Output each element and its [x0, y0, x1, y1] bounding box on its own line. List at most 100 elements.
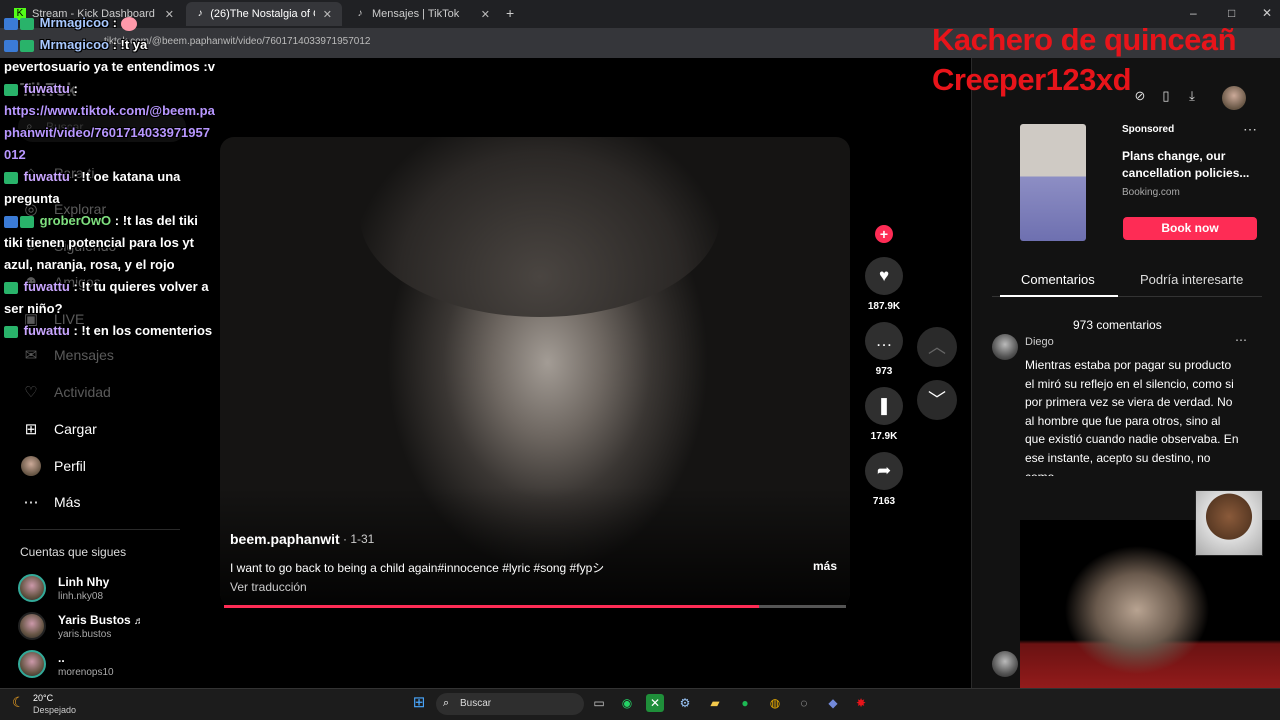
- tab-active-indicator: [1000, 295, 1118, 297]
- new-tab-button[interactable]: +: [506, 5, 514, 21]
- platform-badge-icon: [4, 39, 18, 52]
- nav-label: Más: [54, 494, 81, 510]
- tab-title: Mensajes | TikTok: [372, 8, 460, 20]
- nav-more[interactable]: ⋯ Más: [20, 493, 81, 511]
- next-video-button[interactable]: ﹀: [917, 380, 957, 420]
- ad-domain: Booking.com: [1122, 187, 1180, 198]
- tiktok-favicon-icon: ♪: [357, 8, 363, 19]
- share-count: 7163: [872, 496, 896, 507]
- video-progress-fill: [224, 605, 759, 608]
- heart-icon: ♥: [865, 257, 903, 295]
- following-item[interactable]: Linh Nhy linh.nky08: [18, 574, 109, 602]
- nav-profile[interactable]: Perfil: [20, 456, 86, 476]
- tab-recommended[interactable]: Podría interesarte: [1140, 272, 1243, 287]
- comment-button[interactable]: … 973: [864, 322, 904, 377]
- maximize-button[interactable]: □: [1228, 6, 1235, 20]
- whatsapp-icon[interactable]: ◉: [618, 694, 636, 712]
- chat-link[interactable]: https://www.tiktok.com/@beem.paphanwit/v…: [4, 103, 215, 162]
- ad-thumbnail[interactable]: [1020, 124, 1086, 241]
- save-button[interactable]: ❚ 17.9K: [864, 387, 904, 442]
- chat-username: Mrmagicoo: [39, 37, 109, 52]
- previous-video-button[interactable]: ︿: [917, 327, 957, 367]
- stream-chat-overlay: Mrmagicoo : Mrmagicoo : !t ya pevertosua…: [4, 12, 216, 342]
- book-now-button[interactable]: Book now: [1123, 217, 1257, 240]
- avatar: [18, 574, 46, 602]
- close-button[interactable]: ✕: [1262, 6, 1272, 20]
- xbox-icon[interactable]: ✕: [646, 694, 664, 712]
- download-icon[interactable]: ⤓: [1182, 88, 1202, 108]
- chat-message: groberOwO : !t las del tiki tiki tienen …: [4, 210, 216, 276]
- tab-comments[interactable]: Comentarios: [1021, 272, 1095, 287]
- follow-plus-button[interactable]: +: [875, 225, 893, 243]
- chat-badge-icon: [4, 171, 18, 184]
- video-frame-subject: [360, 137, 720, 317]
- nav-messages[interactable]: ✉ Mensajes: [20, 346, 114, 364]
- weather-temperature[interactable]: 20°C: [33, 693, 53, 703]
- activity-icon: ♡: [24, 384, 38, 401]
- app-star-icon[interactable]: ✸: [852, 694, 870, 712]
- chevron-down-icon: ﹀: [928, 390, 946, 410]
- nav-label: Cargar: [54, 421, 97, 437]
- comment-username[interactable]: Diego: [1025, 336, 1054, 348]
- platform-badge-icon: [4, 215, 18, 228]
- chat-username: Mrmagicoo: [39, 15, 109, 30]
- profile-icon: [20, 456, 42, 476]
- tab-close-icon[interactable]: ✕: [315, 8, 332, 21]
- steam-icon[interactable]: ⚙: [676, 694, 694, 712]
- discord-icon[interactable]: ◆: [824, 694, 842, 712]
- chat-text: : !t ya pevertosuario ya te entendimos :…: [4, 37, 215, 74]
- nav-divider: [20, 529, 180, 530]
- following-item[interactable]: Yaris Bustos ♬ yaris.bustos: [18, 612, 144, 640]
- chat-username: fuwattu: [23, 81, 70, 96]
- avatar[interactable]: [992, 651, 1018, 677]
- nav-label: Actividad: [54, 384, 111, 400]
- avatar: [18, 612, 46, 640]
- chat-badge-icon: [4, 325, 18, 338]
- windows-start-icon[interactable]: ⊞: [410, 694, 428, 712]
- chat-message: Mrmagicoo :: [4, 12, 216, 34]
- chat-message: fuwattu : !t tu quieres volver a ser niñ…: [4, 276, 216, 320]
- ad-options-icon[interactable]: ⋯: [1243, 121, 1257, 138]
- guitar-emoji-icon: ♬: [134, 615, 145, 627]
- nav-activity[interactable]: ♡ Actividad: [20, 383, 111, 401]
- minimize-button[interactable]: –: [1190, 6, 1197, 20]
- avatar[interactable]: [992, 334, 1018, 360]
- nav-upload[interactable]: ⊞ Cargar: [20, 420, 97, 438]
- user-avatar[interactable]: [1222, 86, 1246, 110]
- spotify-icon[interactable]: ●: [736, 694, 754, 712]
- compass-icon[interactable]: ⊘: [1130, 88, 1150, 108]
- chat-username: fuwattu: [23, 279, 70, 294]
- share-button[interactable]: ➦ 7163: [864, 452, 904, 507]
- tab-tiktok-messages[interactable]: ♪ Mensajes | TikTok ✕: [344, 2, 500, 26]
- emote-icon: [120, 16, 137, 31]
- tab-close-icon[interactable]: ✕: [473, 8, 490, 21]
- following-handle: linh.nky08: [58, 590, 104, 602]
- nav-label: Perfil: [54, 458, 86, 474]
- video-author[interactable]: beem.paphanwit: [230, 531, 340, 547]
- app-icon[interactable]: ◌: [795, 694, 813, 712]
- chat-badge-icon: [4, 281, 18, 294]
- chat-text: :: [69, 81, 78, 96]
- chat-message: fuwattu : !t oe katana una pregunta: [4, 166, 216, 210]
- more-button[interactable]: más: [813, 559, 837, 573]
- video-progress-bar[interactable]: [224, 605, 846, 608]
- weather-icon[interactable]: ☾: [12, 694, 25, 711]
- comment-count: 973: [875, 366, 893, 377]
- comment-options-icon[interactable]: ⋯: [1235, 333, 1247, 347]
- like-count: 187.9K: [867, 301, 901, 312]
- ad-sponsored-label: Sponsored: [1122, 124, 1175, 135]
- following-item[interactable]: .. morenops10: [18, 650, 114, 678]
- ad-title[interactable]: Plans change, our cancellation policies.…: [1122, 148, 1262, 182]
- taskbar-search[interactable]: [436, 693, 584, 715]
- following-section-title: Cuentas que sigues: [20, 545, 127, 559]
- weather-condition[interactable]: Despejado: [33, 705, 76, 715]
- chat-text: : !t en los comenterios: [69, 323, 213, 338]
- translate-link[interactable]: Ver traducción: [230, 580, 307, 594]
- file-explorer-icon[interactable]: ▰: [706, 694, 724, 712]
- message-icon: ✉: [24, 347, 38, 364]
- chrome-icon[interactable]: ◍: [766, 694, 784, 712]
- like-button[interactable]: ♥ 187.9K: [864, 257, 904, 312]
- task-view-icon[interactable]: ▭: [590, 694, 608, 712]
- phone-icon[interactable]: ▯: [1156, 88, 1176, 108]
- comment-icon: …: [865, 322, 903, 360]
